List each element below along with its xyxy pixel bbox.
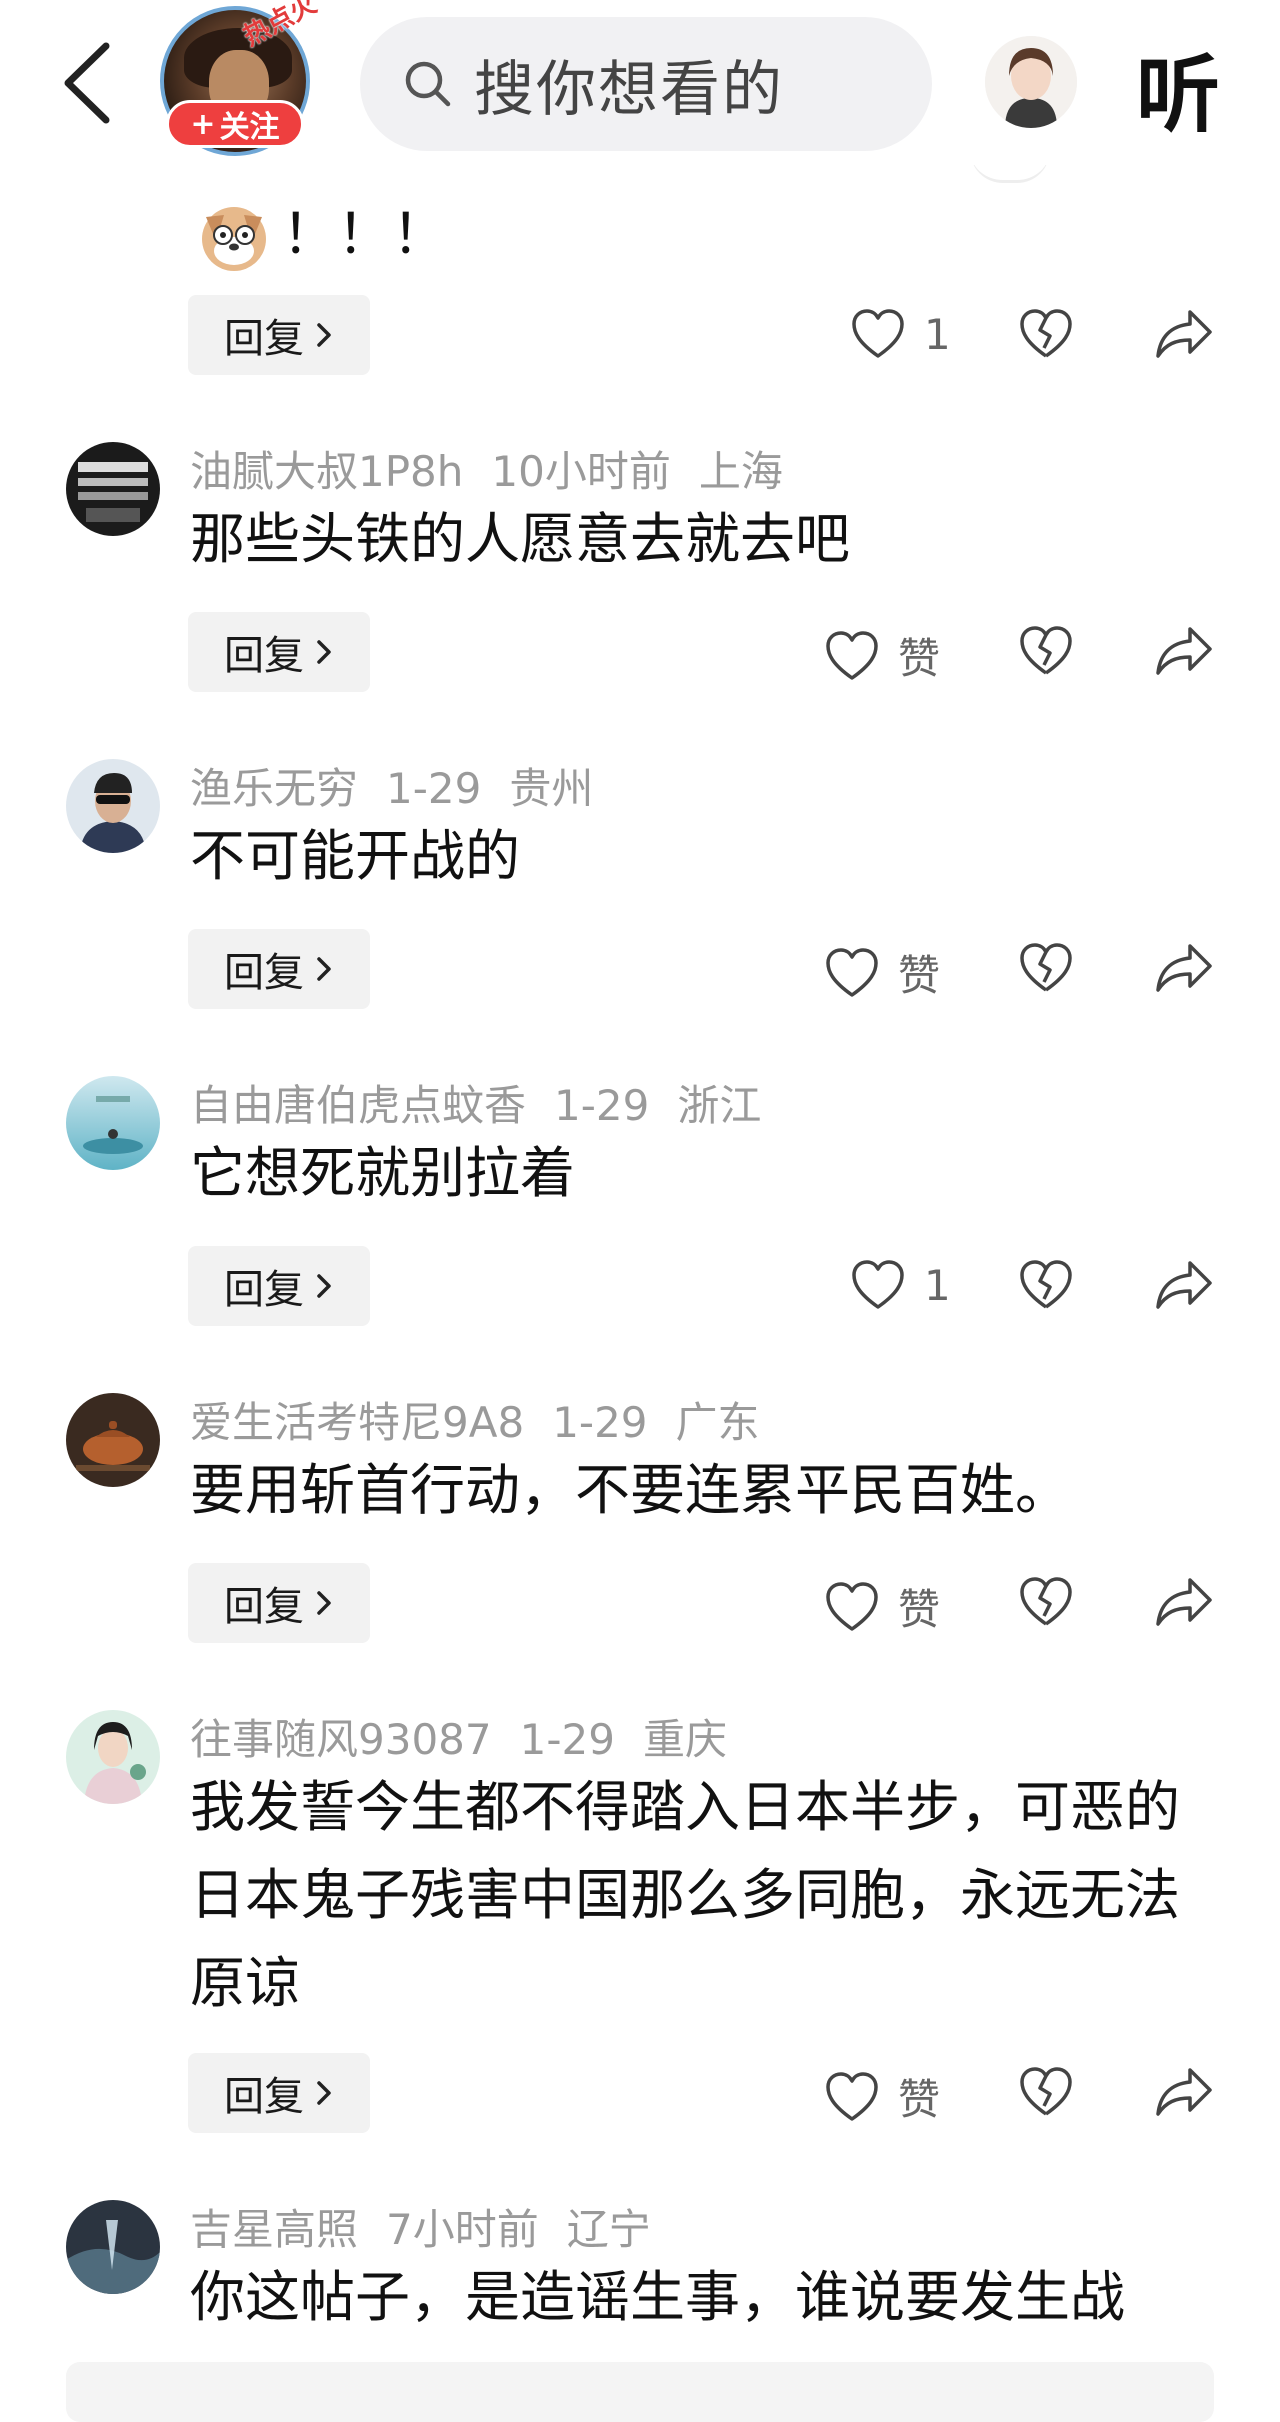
comment-text: 我发誓今生都不得踏入日本半步，可恶的日本鬼子残害中国那么多同胞，永远无法原谅 [190, 1775, 1181, 2015]
location: 浙江 [677, 1081, 762, 1130]
follow-label: 关注 [219, 110, 280, 145]
like-count: 1 [924, 309, 951, 359]
username[interactable]: 油腻大叔1P8h [190, 447, 463, 496]
broken-heart-icon[interactable] [1018, 1574, 1074, 1630]
chevron-right-icon [317, 957, 331, 981]
comment-text: 你这帖子，是造谣生事，谁说要发生战 [190, 2265, 1126, 2329]
plus-icon: + [190, 106, 216, 142]
reply-label: 回复 [224, 950, 304, 996]
user-avatar[interactable] [985, 36, 1077, 128]
reply-label: 回复 [224, 633, 304, 679]
reply-button[interactable]: 回复 [188, 1563, 370, 1643]
commenter-avatar[interactable] [66, 2200, 160, 2294]
chevron-right-icon [317, 323, 331, 347]
back-arrow-icon[interactable] [58, 38, 118, 128]
comment-text: 要用斩首行动，不要连累平民百姓。 [190, 1458, 1071, 1522]
reply-label: 回复 [224, 1267, 304, 1313]
location: 广东 [675, 1398, 760, 1447]
commenter-avatar[interactable] [66, 442, 160, 536]
commenter-avatar[interactable] [66, 759, 160, 853]
location: 重庆 [642, 1715, 727, 1764]
username[interactable]: 自由唐伯虎点蚊香 [190, 1081, 526, 1130]
heart-icon [826, 947, 878, 997]
like-button[interactable]: 赞 [824, 942, 940, 1003]
reply-button[interactable]: 回复 [188, 295, 370, 375]
timestamp: 10小时前 [491, 447, 671, 496]
timestamp: 7小时前 [386, 2205, 539, 2254]
heart-icon [826, 1581, 878, 1631]
comment-meta: 渔乐无穷 1-29 贵州 [190, 755, 621, 816]
timestamp: 1-29 [519, 1715, 615, 1764]
search-bar[interactable]: 搜你想看的 [360, 17, 932, 151]
share-icon[interactable] [1154, 940, 1214, 996]
share-icon[interactable] [1154, 623, 1214, 679]
username[interactable]: 吉星高照 [190, 2205, 358, 2254]
chevron-right-icon [317, 1591, 331, 1615]
share-icon[interactable] [1154, 306, 1214, 362]
comment-meta: 吉星高照 7小时前 辽宁 [190, 2196, 679, 2257]
comment-meta: 油腻大叔1P8h 10小时前 上海 [190, 438, 811, 499]
search-icon [405, 61, 451, 107]
broken-heart-icon[interactable] [1018, 306, 1074, 362]
timestamp: 1-29 [386, 764, 482, 813]
location: 上海 [698, 447, 783, 496]
heart-icon [826, 2071, 878, 2121]
like-label: 赞 [898, 1585, 941, 1634]
top-bar: 热点火 + 关注 搜你想看的 听 [0, 0, 1280, 165]
broken-heart-icon[interactable] [1018, 623, 1074, 679]
share-icon[interactable] [1154, 1574, 1214, 1630]
broken-heart-icon[interactable] [1018, 1257, 1074, 1313]
username[interactable]: 爱生活考特尼9A8 [190, 1398, 524, 1447]
like-label: 赞 [898, 634, 941, 683]
follow-button[interactable]: + 关注 [166, 100, 304, 148]
commenter-avatar[interactable] [66, 1393, 160, 1487]
search-placeholder: 搜你想看的 [474, 54, 784, 125]
like-button[interactable]: 1 [850, 308, 951, 360]
username[interactable]: 往事随风93087 [190, 1715, 492, 1764]
reply-label: 回复 [224, 316, 304, 362]
chevron-right-icon [317, 1274, 331, 1298]
like-button[interactable]: 赞 [824, 1576, 940, 1637]
comment-meta: 爱生活考特尼9A8 1-29 广东 [190, 1389, 788, 1450]
comment-input-bar[interactable] [66, 2362, 1214, 2422]
share-icon[interactable] [1154, 1257, 1214, 1313]
timestamp: 1-29 [552, 1398, 648, 1447]
dog-emoji-icon [202, 207, 266, 271]
like-button[interactable]: 赞 [824, 625, 940, 686]
reply-button[interactable]: 回复 [188, 1246, 370, 1326]
timestamp: 1-29 [554, 1081, 650, 1130]
heart-icon [826, 630, 878, 680]
like-button[interactable]: 赞 [824, 2066, 940, 2127]
comment-text: ！！！ [282, 202, 448, 266]
comment-meta: 自由唐伯虎点蚊香 1-29 浙江 [190, 1072, 789, 1133]
comment-text: 那些头铁的人愿意去就去吧 [190, 507, 851, 571]
location: 辽宁 [566, 2205, 651, 2254]
commenter-avatar[interactable] [66, 1076, 160, 1170]
share-icon[interactable] [1154, 2064, 1214, 2120]
like-label: 赞 [898, 2075, 941, 2124]
heart-icon [852, 1260, 904, 1309]
like-button[interactable]: 1 [850, 1259, 951, 1311]
comment-text: 它想死就别拉着 [190, 1141, 576, 1205]
location: 贵州 [509, 764, 594, 813]
commenter-avatar[interactable] [66, 1710, 160, 1804]
like-label: 赞 [898, 951, 941, 1000]
reply-button[interactable]: 回复 [188, 2053, 370, 2133]
chevron-right-icon [317, 2081, 331, 2105]
like-count: 1 [924, 1260, 951, 1310]
broken-heart-icon[interactable] [1018, 2064, 1074, 2120]
reply-label: 回复 [224, 1584, 304, 1630]
comment-text: 不可能开战的 [190, 824, 521, 888]
broken-heart-icon[interactable] [1018, 940, 1074, 996]
username[interactable]: 渔乐无穷 [190, 764, 358, 813]
listen-button[interactable]: 听 [1136, 28, 1220, 149]
reply-button[interactable]: 回复 [188, 612, 370, 692]
comment-meta: 往事随风93087 1-29 重庆 [190, 1706, 755, 1767]
heart-icon [852, 309, 904, 358]
reply-button[interactable]: 回复 [188, 929, 370, 1009]
reply-label: 回复 [224, 2074, 304, 2120]
chevron-right-icon [317, 640, 331, 664]
